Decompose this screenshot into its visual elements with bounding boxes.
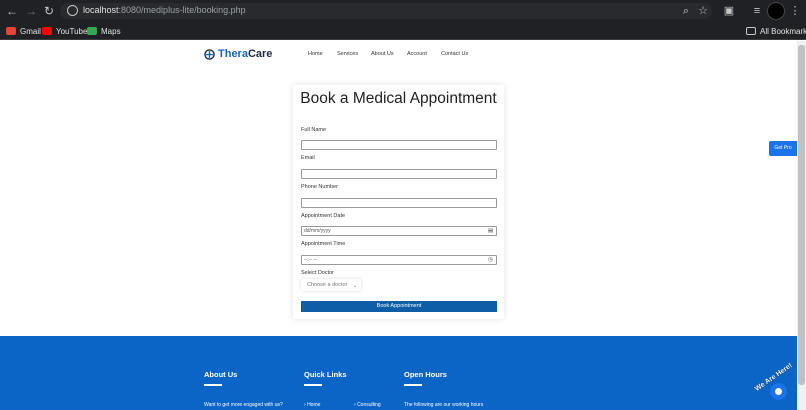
menu-icon[interactable]: ⋮ [788, 4, 802, 18]
star-icon[interactable]: ☆ [696, 4, 710, 18]
form-title: Book a Medical Appointment [300, 90, 497, 107]
email-label: Email [301, 155, 315, 161]
site-footer: About Us Want to get more engaged with u… [0, 336, 797, 410]
footer-link-consulting[interactable]: › Consulting [354, 402, 381, 408]
time-label: Appointment Time [301, 241, 346, 247]
chat-widget-button[interactable] [770, 383, 787, 400]
browser-toolbar: ← → ↻ localhost:8080/mediplus-lite/booki… [0, 0, 806, 22]
footer-divider [304, 384, 322, 386]
site-logo[interactable]: TheraCare [204, 48, 272, 60]
clock-icon[interactable]: ◷ [488, 257, 494, 263]
bookmark-label: Maps [101, 26, 121, 36]
phone-label: Phone Number [301, 184, 338, 190]
bookmarks-bar: Gmail YouTube Maps All Bookmarks [0, 22, 806, 40]
phone-input[interactable] [301, 198, 497, 208]
chat-icon [775, 388, 782, 395]
page-scrollbar[interactable] [797, 41, 806, 410]
booking-form: Book a Medical Appointment Full Name Ema… [293, 85, 504, 319]
get-pro-button[interactable]: Get Pro [769, 141, 797, 156]
nav-services[interactable]: Services [337, 51, 358, 57]
bookmark-youtube[interactable]: YouTube [42, 25, 87, 37]
nav-account[interactable]: Account [407, 51, 427, 57]
footer-divider [204, 384, 222, 386]
back-icon[interactable]: ← [5, 4, 19, 18]
profile-avatar[interactable] [767, 2, 785, 20]
footer-links-title: Quick Links [304, 370, 347, 379]
footer-hours-title: Open Hours [404, 370, 447, 379]
nav-about-us[interactable]: About Us [371, 51, 394, 57]
folder-icon [746, 27, 756, 35]
doctor-select-value: Choose a doctor [307, 282, 348, 288]
logo-text-thera: Thera [218, 48, 248, 60]
footer-link-home[interactable]: › Home [304, 402, 320, 408]
bookmark-gmail[interactable]: Gmail [6, 25, 41, 37]
full-name-label: Full Name [301, 127, 327, 133]
time-input[interactable]: --:-- -- ◷ [301, 255, 497, 265]
email-input[interactable] [301, 169, 497, 179]
forward-icon[interactable]: → [24, 4, 38, 18]
bookmark-maps[interactable]: Maps [87, 25, 121, 37]
time-placeholder: --:-- -- [304, 257, 317, 263]
reload-icon[interactable]: ↻ [42, 4, 56, 18]
calendar-icon[interactable]: ▤ [488, 228, 494, 234]
doctor-select[interactable]: Choose a doctor ⌄ [301, 279, 361, 291]
address-bar[interactable]: localhost:8080/mediplus-lite/booking.php [60, 3, 712, 19]
all-bookmarks-label: All Bookmarks [760, 26, 806, 36]
media-icon[interactable]: ≡ [750, 4, 764, 18]
footer-link-label: Home [307, 402, 321, 408]
all-bookmarks[interactable]: All Bookmarks [746, 25, 806, 37]
bookmark-label: YouTube [56, 26, 88, 36]
nav-home[interactable]: Home [308, 51, 323, 57]
page-viewport: TheraCare Home Services About Us Account… [0, 41, 797, 410]
scroll-thumb[interactable] [798, 45, 805, 385]
bookmark-label: Gmail [20, 26, 41, 36]
logo-icon [204, 48, 215, 60]
doctor-label: Select Doctor [301, 270, 335, 276]
nav-contact-us[interactable]: Contact Us [441, 51, 468, 57]
chevron-down-icon: ⌄ [353, 283, 358, 289]
date-input[interactable]: dd/mm/yyyy ▤ [301, 226, 497, 236]
footer-about-text: Want to get more engaged with us? [204, 402, 283, 408]
extensions-icon[interactable]: ▣ [722, 4, 736, 18]
footer-divider [404, 384, 422, 386]
site-info-icon[interactable] [67, 5, 78, 16]
footer-link-label: Consulting [357, 402, 381, 408]
gmail-icon [6, 27, 16, 35]
footer-hours-text: The following are our working hours [404, 402, 484, 408]
logo-text-care: Care [247, 48, 273, 60]
date-label: Appointment Date [301, 213, 346, 219]
zoom-icon[interactable]: ⌕ [679, 4, 693, 18]
full-name-input[interactable] [301, 140, 497, 150]
youtube-icon [42, 27, 52, 35]
maps-icon [87, 27, 97, 35]
book-appointment-button[interactable]: Book Appointment [301, 301, 497, 312]
footer-about-title: About Us [204, 370, 238, 379]
date-placeholder: dd/mm/yyyy [304, 228, 331, 234]
url-text: localhost:8080/mediplus-lite/booking.php [83, 5, 246, 15]
